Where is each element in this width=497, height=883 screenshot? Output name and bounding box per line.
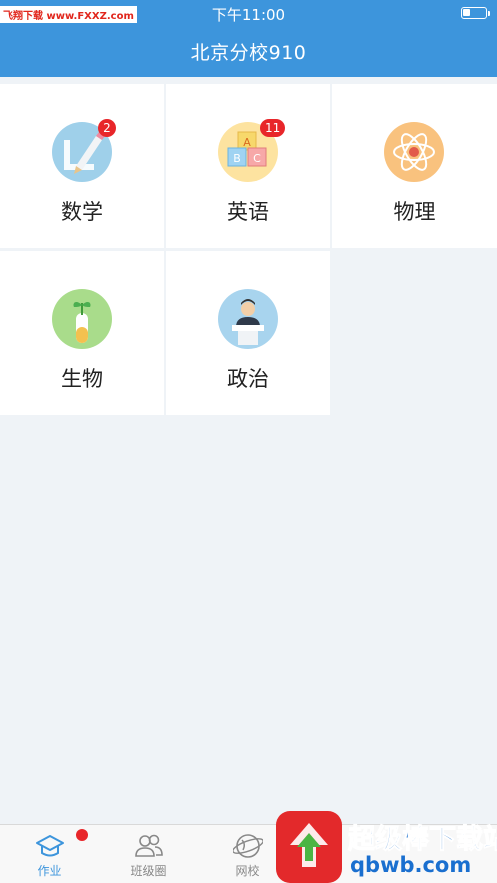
brand-watermark: 超级棒下载站 qbwb.com (276, 811, 497, 883)
subject-label: 数学 (61, 200, 103, 224)
subject-label: 英语 (227, 200, 269, 224)
subject-biology[interactable]: 生物 (0, 251, 164, 415)
subject-label: 生物 (61, 367, 103, 391)
page-title: 北京分校910 (190, 42, 307, 64)
homework-hat-icon (35, 832, 65, 860)
subject-label: 政治 (227, 367, 269, 391)
nav-header: 飞翔下载 www.FXXZ.com 下午11:00 北京分校910 (0, 0, 497, 77)
badge-math: 2 (98, 119, 116, 137)
battery-icon (461, 7, 490, 19)
tab-label: 作业 (37, 864, 62, 878)
atom-icon (384, 122, 444, 182)
tab-label: 班级圈 (130, 864, 167, 878)
svg-text:A: A (243, 136, 251, 149)
svg-text:B: B (233, 152, 241, 165)
status-time: 下午11:00 (211, 6, 286, 24)
brand-logo-icon (276, 811, 342, 883)
subject-math[interactable]: 2 数学 (0, 84, 164, 248)
globe-icon (232, 832, 264, 860)
subject-label: 物理 (393, 200, 436, 224)
tab-class-circle[interactable]: 班级圈 (99, 825, 198, 883)
class-circle-people-icon (134, 832, 164, 860)
speaker-podium-icon (218, 289, 278, 349)
notification-dot (76, 829, 88, 841)
subject-english[interactable]: A B C 11 英语 (166, 84, 330, 248)
brand-url: qbwb.com (350, 853, 472, 877)
plant-test-tube-icon (52, 289, 112, 349)
badge-english: 11 (260, 119, 286, 137)
subject-politics[interactable]: 政治 (166, 251, 330, 415)
tab-homework[interactable]: 作业 (0, 825, 99, 883)
svg-text:C: C (253, 152, 261, 165)
subject-physics[interactable]: 物理 (332, 84, 497, 248)
brand-name: 超级棒下载站 (348, 824, 497, 856)
